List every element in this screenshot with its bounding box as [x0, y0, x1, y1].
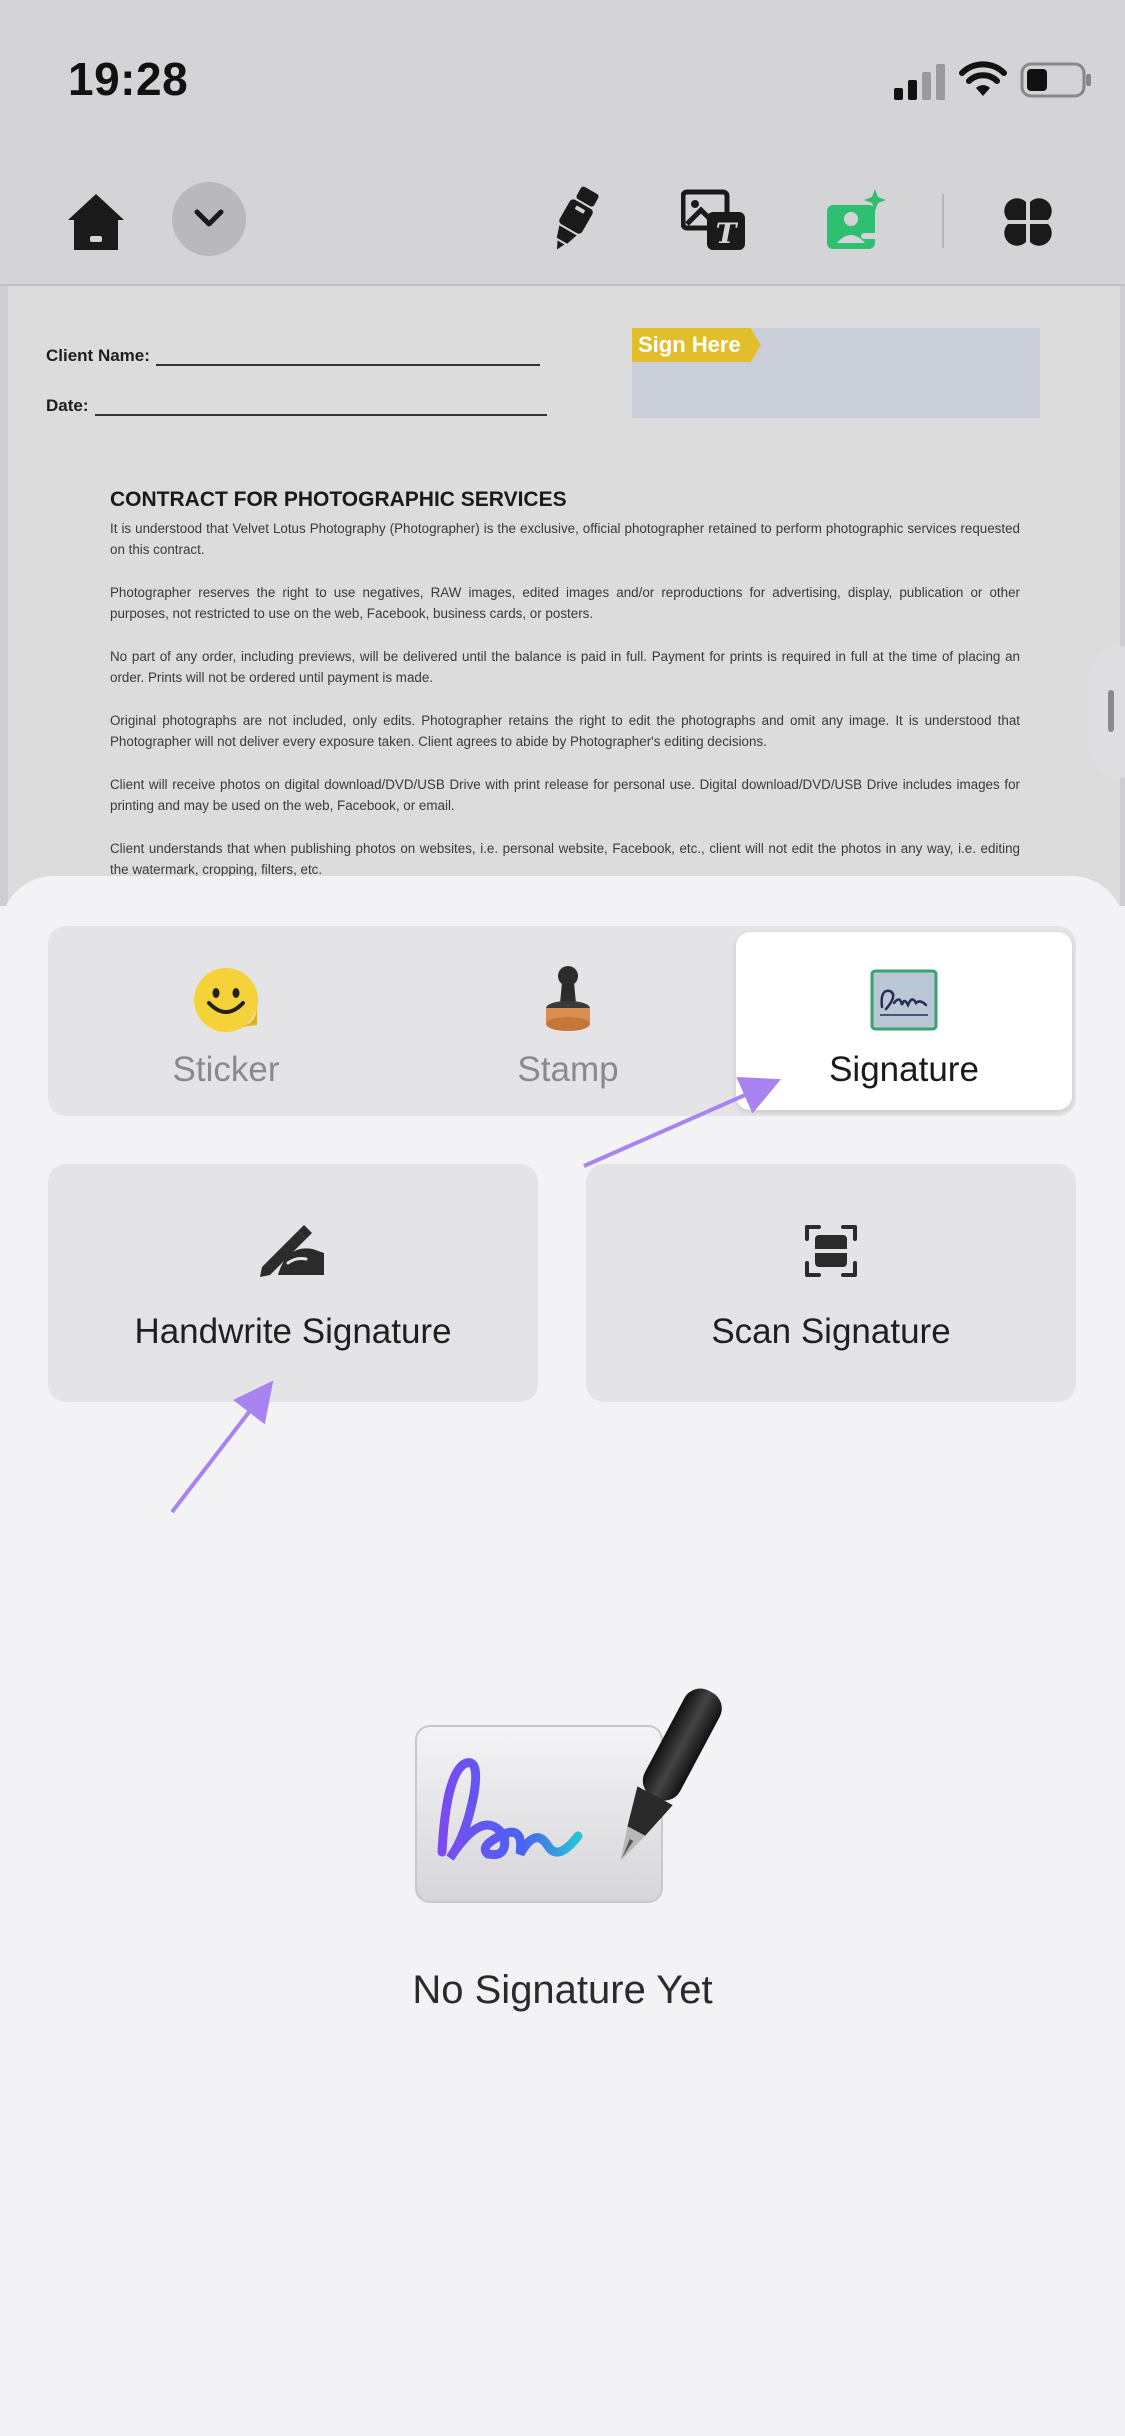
contract-paragraph: No part of any order, including previews… — [110, 649, 1020, 685]
contract-paragraph: Photographer reserves the right to use n… — [110, 585, 1020, 621]
scan-icon — [805, 1225, 857, 1277]
tab-signature[interactable]: Signature — [736, 932, 1072, 1110]
side-scroll-handle[interactable] — [1088, 646, 1125, 778]
image-text-button[interactable]: T — [678, 184, 750, 256]
scan-signature-button[interactable]: Scan Signature — [586, 1164, 1076, 1402]
tab-signature-label: Signature — [829, 1050, 979, 1089]
image-sign-button[interactable] — [820, 184, 892, 256]
date-label: Date: — [46, 396, 89, 415]
handwrite-signature-label: Handwrite Signature — [134, 1312, 452, 1351]
image-sign-icon — [827, 189, 886, 249]
contract-title: CONTRACT FOR PHOTOGRAPHIC SERVICES — [110, 488, 567, 511]
tab-sticker[interactable]: Sticker — [58, 932, 394, 1110]
highlighter-icon — [556, 186, 599, 250]
wifi-icon — [959, 61, 1007, 96]
contract-paragraph: It is understood that Velvet Lotus Photo… — [110, 521, 1020, 557]
signature-bottom-sheet: Sticker Stamp Signature Handwrite Signat… — [0, 876, 1125, 2436]
home-icon — [68, 194, 124, 250]
date-field: Date: — [46, 396, 547, 416]
status-bar: 19:28 — [0, 0, 1125, 160]
toolbar-divider — [942, 194, 944, 248]
apps-button[interactable] — [992, 186, 1064, 258]
tab-stamp[interactable]: Stamp — [400, 932, 736, 1110]
cellular-signal-icon — [894, 64, 945, 100]
highlighter-button[interactable] — [538, 180, 610, 260]
status-time: 19:28 — [68, 53, 189, 105]
top-toolbar: T — [0, 160, 1125, 286]
tab-sticker-label: Sticker — [172, 1050, 280, 1089]
hand-pen-icon — [260, 1225, 324, 1277]
contract-paragraph: Client will receive photos on digital do… — [110, 777, 1020, 813]
apps-icon — [1004, 198, 1052, 246]
contract-paragraph: Client understands that when publishing … — [110, 841, 1020, 877]
document-viewer[interactable]: Client Name: Date: Sign Here CONTRACT FO… — [0, 286, 1125, 906]
chevron-down-icon — [194, 209, 224, 227]
smiley-sticker-icon — [194, 968, 258, 1032]
scan-signature-label: Scan Signature — [711, 1312, 951, 1351]
document-page: Client Name: Date: Sign Here CONTRACT FO… — [8, 286, 1120, 906]
sign-here-tag[interactable]: Sign Here — [632, 328, 761, 362]
tool-segmented-control: Sticker Stamp Signature — [48, 926, 1076, 1116]
rubber-stamp-icon — [546, 966, 590, 1031]
signature-card-icon — [870, 969, 938, 1031]
svg-text:T: T — [716, 217, 739, 250]
client-name-field: Client Name: — [46, 346, 540, 366]
handwrite-signature-button[interactable]: Handwrite Signature — [48, 1164, 538, 1402]
contract-paragraph: Original photographs are not included, o… — [110, 713, 1020, 749]
battery-icon — [1020, 62, 1091, 98]
client-name-label: Client Name: — [46, 346, 150, 365]
home-button[interactable] — [60, 186, 132, 258]
empty-state-text: No Signature Yet — [412, 1968, 713, 2012]
document-menu-button[interactable] — [172, 182, 246, 256]
image-text-icon: T — [681, 189, 745, 250]
signature-pen-illustration-icon — [415, 1688, 722, 1903]
tab-stamp-label: Stamp — [517, 1050, 619, 1089]
